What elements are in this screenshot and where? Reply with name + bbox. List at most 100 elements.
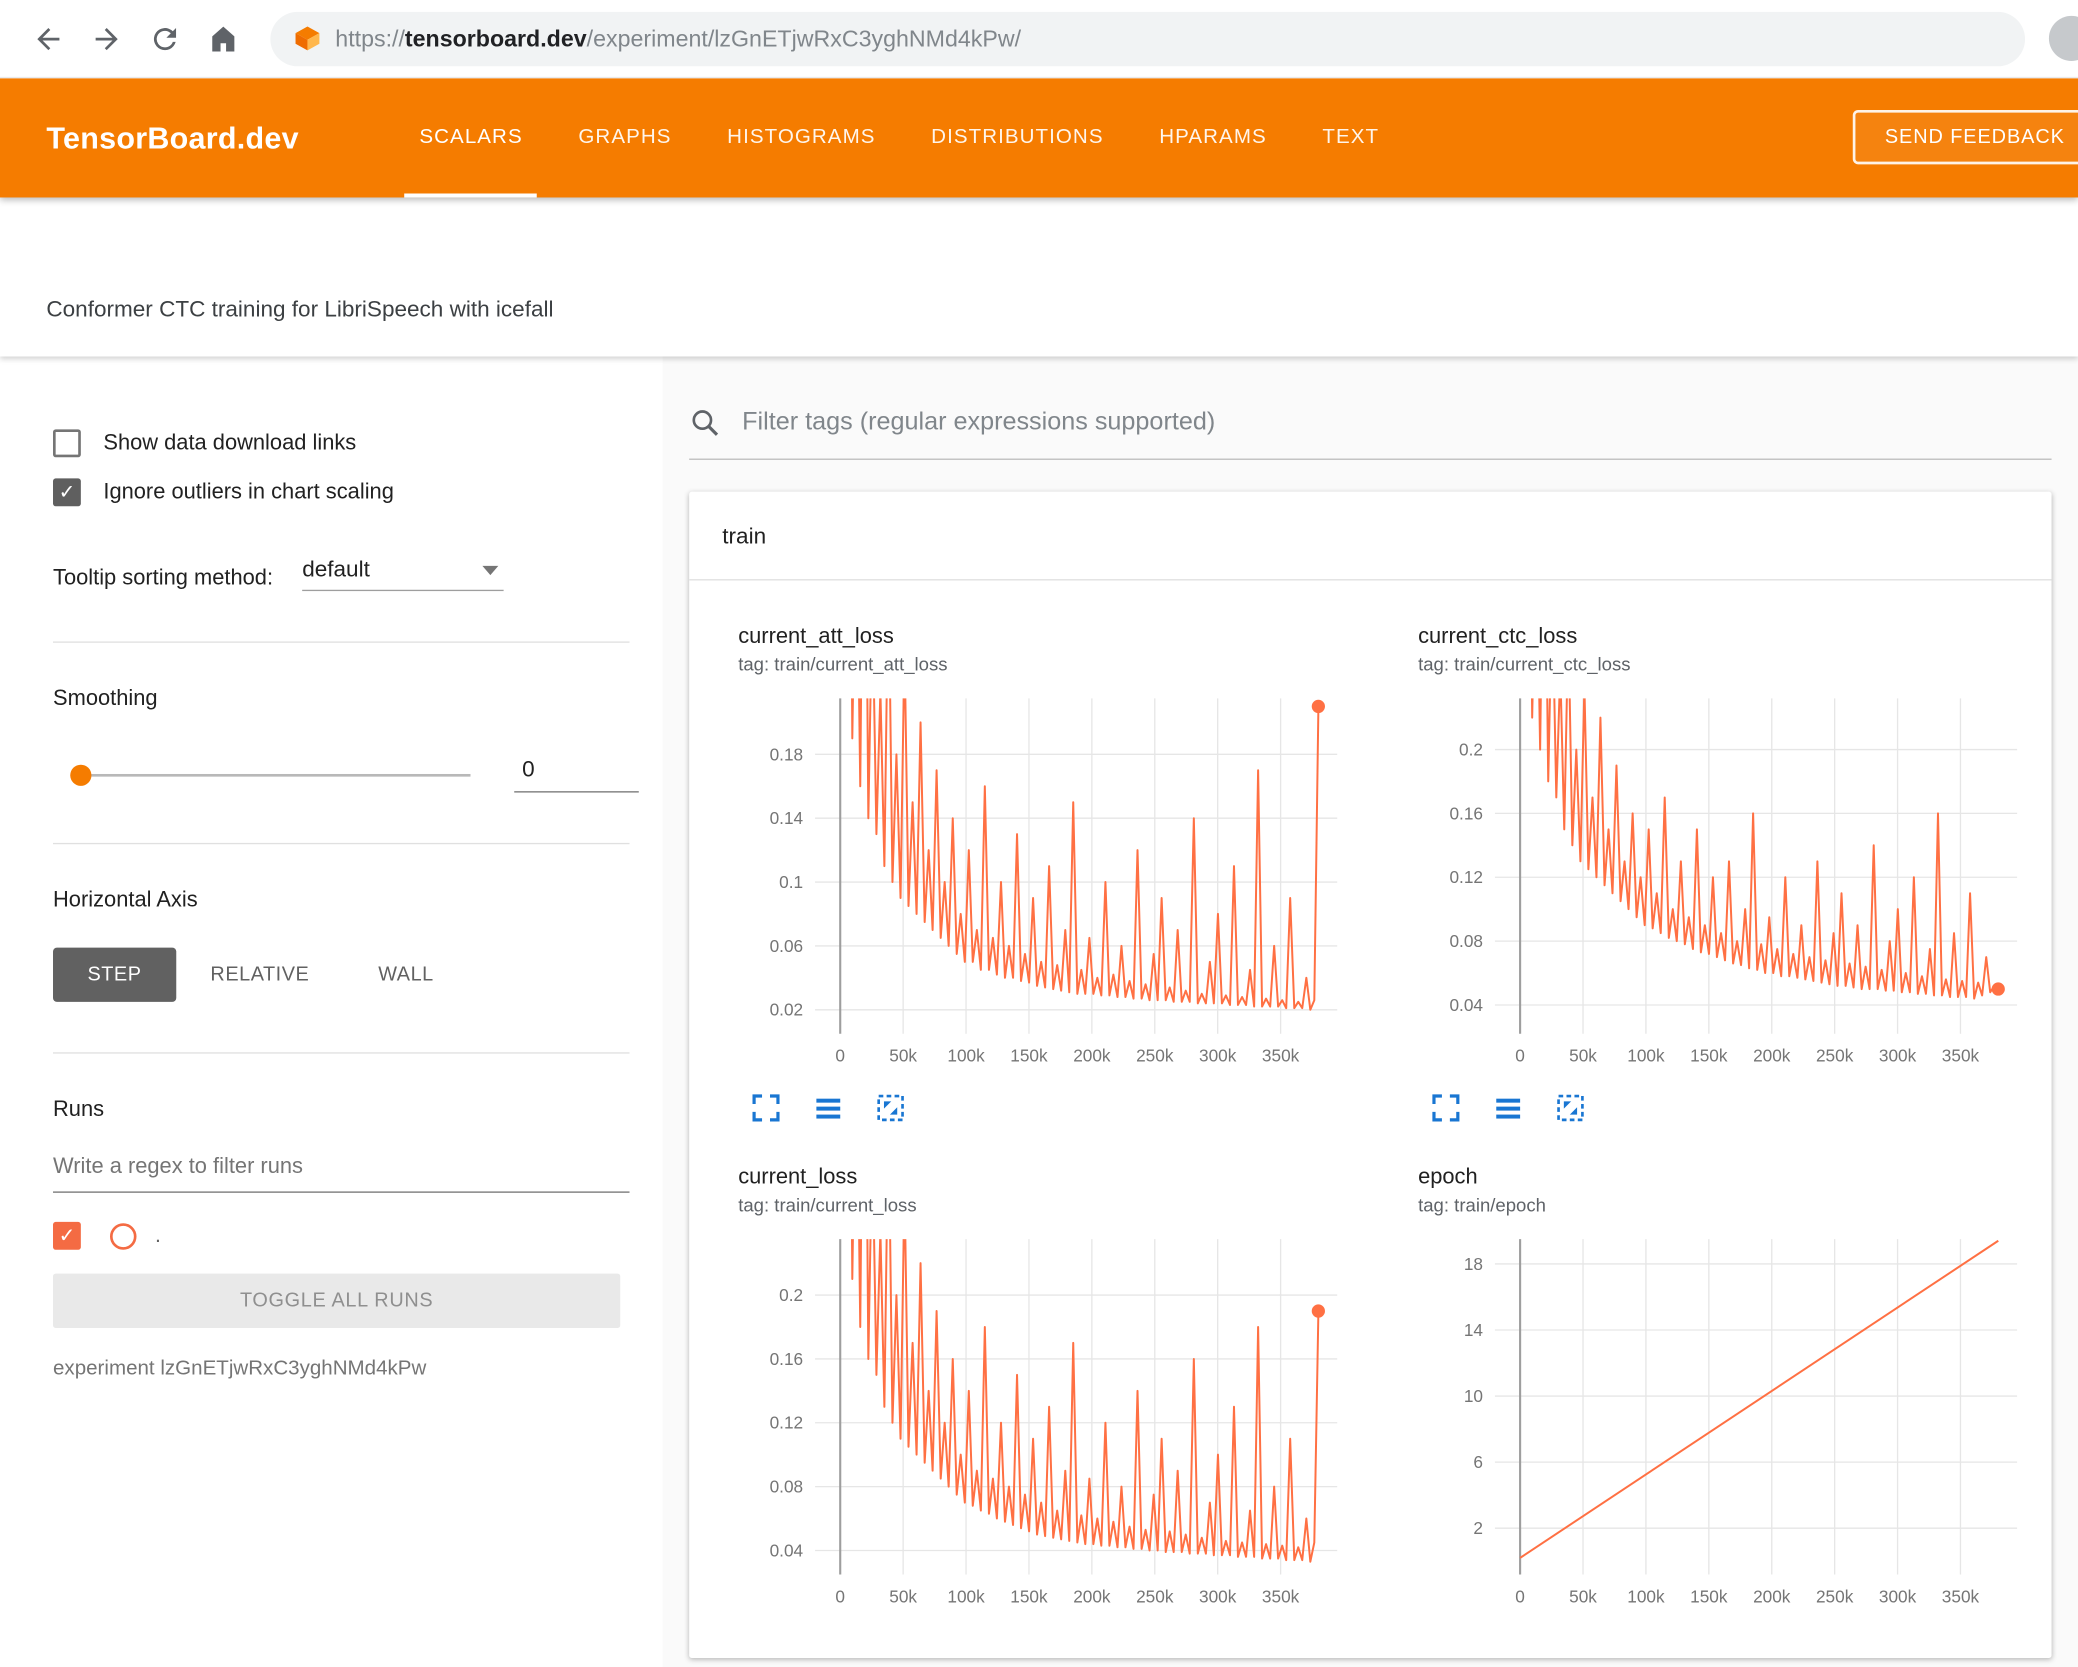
svg-text:350k: 350k [1942, 1046, 1980, 1066]
send-feedback-button[interactable]: SEND FEEDBACK [1853, 109, 2078, 165]
runs-filter-input[interactable] [53, 1154, 630, 1193]
train-card: train current_att_loss tag: train/curren… [689, 491, 2052, 1658]
filter-tags-row [689, 406, 2052, 460]
svg-text:300k: 300k [1879, 1586, 1917, 1606]
smoothing-label: Smoothing [53, 686, 158, 711]
svg-text:300k: 300k [1199, 1586, 1237, 1606]
ignore-outliers-label: Ignore outliers in chart scaling [103, 479, 394, 504]
filter-tags-input[interactable] [739, 406, 2052, 439]
svg-text:250k: 250k [1136, 1586, 1174, 1606]
browser-forward-button[interactable] [77, 9, 135, 67]
svg-text:150k: 150k [1690, 1046, 1728, 1066]
chart-title: current_att_loss [738, 624, 894, 649]
forward-arrow-icon [94, 27, 118, 50]
svg-text:2: 2 [1473, 1518, 1483, 1538]
svg-text:0.08: 0.08 [1449, 931, 1483, 951]
svg-text:0.04: 0.04 [1449, 995, 1483, 1015]
tag-group-title[interactable]: train [689, 492, 2052, 581]
svg-text:150k: 150k [1010, 1586, 1048, 1606]
svg-text:200k: 200k [1753, 1586, 1791, 1606]
svg-text:0.02: 0.02 [770, 1000, 804, 1020]
line-chart[interactable]: 0.02 0.06 0.1 0.14 0.18 0 50k 100k 150k 200k 250k 3… [722, 682, 1346, 1081]
svg-text:250k: 250k [1816, 1046, 1854, 1066]
divider [53, 1052, 630, 1054]
chart-tag: tag: train/current_ctc_loss [1418, 653, 1631, 675]
browser-profile-avatar[interactable] [2048, 15, 2078, 61]
check-icon: ✓ [58, 481, 76, 504]
svg-text:150k: 150k [1690, 1586, 1728, 1606]
svg-text:0.16: 0.16 [770, 1349, 804, 1369]
tab-histograms[interactable]: HISTOGRAMS [699, 78, 903, 197]
tensorboard-favicon [295, 26, 320, 51]
smoothing-slider[interactable] [70, 764, 471, 786]
check-icon: ✓ [58, 1224, 76, 1248]
tensorboard-page: https://tensorboard.dev/experiment/lzGnE… [0, 0, 2078, 1667]
tab-text[interactable]: TEXT [1295, 78, 1407, 197]
axis-step-button[interactable]: STEP [53, 947, 176, 1002]
show-download-links-checkbox[interactable] [53, 429, 81, 458]
ignore-outliers-row[interactable]: ✓ Ignore outliers in chart scaling [53, 478, 663, 507]
tooltip-sorting-row: Tooltip sorting method: default [53, 557, 663, 592]
run-name: . [155, 1223, 161, 1247]
experiment-title: Conformer CTC training for LibriSpeech w… [46, 296, 554, 323]
svg-text:0.1: 0.1 [779, 872, 803, 892]
svg-text:300k: 300k [1199, 1046, 1237, 1066]
svg-text:0.04: 0.04 [770, 1540, 804, 1560]
view-run-data-icon[interactable] [811, 1091, 845, 1125]
svg-text:0.18: 0.18 [770, 744, 804, 764]
chart-tag: tag: train/current_loss [738, 1194, 917, 1216]
browser-home-button[interactable] [193, 9, 251, 67]
run-color-swatch-icon[interactable] [109, 1222, 137, 1250]
fit-domain-icon[interactable] [873, 1091, 907, 1125]
run-visibility-checkbox[interactable]: ✓ [53, 1221, 81, 1250]
svg-text:200k: 200k [1753, 1046, 1791, 1066]
app-header: TensorBoard.dev SCALARS GRAPHS HISTOGRAM… [0, 78, 2078, 198]
svg-text:350k: 350k [1262, 1586, 1300, 1606]
expand-chart-icon[interactable] [1429, 1091, 1463, 1125]
address-bar[interactable]: https://tensorboard.dev/experiment/lzGnE… [270, 11, 2026, 66]
tab-scalars[interactable]: SCALARS [392, 78, 551, 198]
chart-title: current_ctc_loss [1418, 624, 1578, 649]
svg-text:100k: 100k [947, 1046, 985, 1066]
experiment-subheader: Conformer CTC training for LibriSpeech w… [0, 197, 2078, 357]
svg-text:100k: 100k [947, 1586, 985, 1606]
svg-text:50k: 50k [889, 1046, 917, 1066]
browser-reload-button[interactable] [135, 9, 193, 67]
smoothing-slider-thumb[interactable] [70, 764, 92, 786]
browser-back-button[interactable] [19, 9, 77, 67]
chart-epoch: epoch tag: train/epoch 2 6 10 14 18 0 50k 100k 1… [1402, 1165, 2026, 1621]
svg-text:6: 6 [1473, 1452, 1483, 1472]
line-chart[interactable]: 0.04 0.08 0.12 0.16 0.2 0 50k 100k 150k 200k 250k 3… [1402, 682, 2026, 1081]
show-download-links-row[interactable]: Show data download links [53, 429, 663, 458]
divider [53, 842, 630, 845]
tab-hparams[interactable]: HPARAMS [1131, 78, 1294, 197]
toggle-all-runs-button[interactable]: TOGGLE ALL RUNS [53, 1273, 621, 1328]
smoothing-value-input[interactable]: 0 [514, 757, 639, 793]
svg-text:0.14: 0.14 [770, 808, 804, 828]
axis-wall-button[interactable]: WALL [344, 948, 468, 1002]
svg-text:250k: 250k [1136, 1046, 1174, 1066]
tooltip-sorting-label: Tooltip sorting method: [53, 565, 274, 590]
reload-icon [153, 27, 176, 50]
svg-text:0.12: 0.12 [770, 1413, 804, 1433]
line-chart[interactable]: 0.04 0.08 0.12 0.16 0.2 0 50k 100k 150k 200k 250k 3… [722, 1223, 1346, 1621]
view-run-data-icon[interactable] [1491, 1091, 1525, 1125]
chart-current-ctc-loss: current_ctc_loss tag: train/current_ctc_… [1402, 624, 2026, 1125]
svg-text:0: 0 [1515, 1586, 1525, 1606]
tooltip-sorting-dropdown[interactable]: default [302, 557, 504, 592]
fit-domain-icon[interactable] [1553, 1091, 1587, 1125]
ignore-outliers-checkbox[interactable]: ✓ [53, 478, 81, 507]
line-chart[interactable]: 2 6 10 14 18 0 50k 100k 150k 200k 250k 300k 350k [1402, 1223, 2026, 1621]
search-icon [692, 410, 719, 436]
horizontal-axis-label: Horizontal Axis [53, 887, 198, 912]
tab-distributions[interactable]: DISTRIBUTIONS [903, 78, 1131, 197]
chart-current-att-loss: current_att_loss tag: train/current_att_… [722, 624, 1346, 1125]
tab-graphs[interactable]: GRAPHS [551, 78, 700, 197]
chart-title: current_loss [738, 1164, 858, 1189]
svg-text:0.12: 0.12 [1449, 867, 1483, 887]
expand-chart-icon[interactable] [749, 1091, 783, 1125]
svg-text:0.16: 0.16 [1449, 803, 1483, 823]
svg-text:10: 10 [1464, 1386, 1483, 1406]
svg-text:350k: 350k [1942, 1586, 1980, 1606]
axis-relative-button[interactable]: RELATIVE [176, 948, 344, 1002]
